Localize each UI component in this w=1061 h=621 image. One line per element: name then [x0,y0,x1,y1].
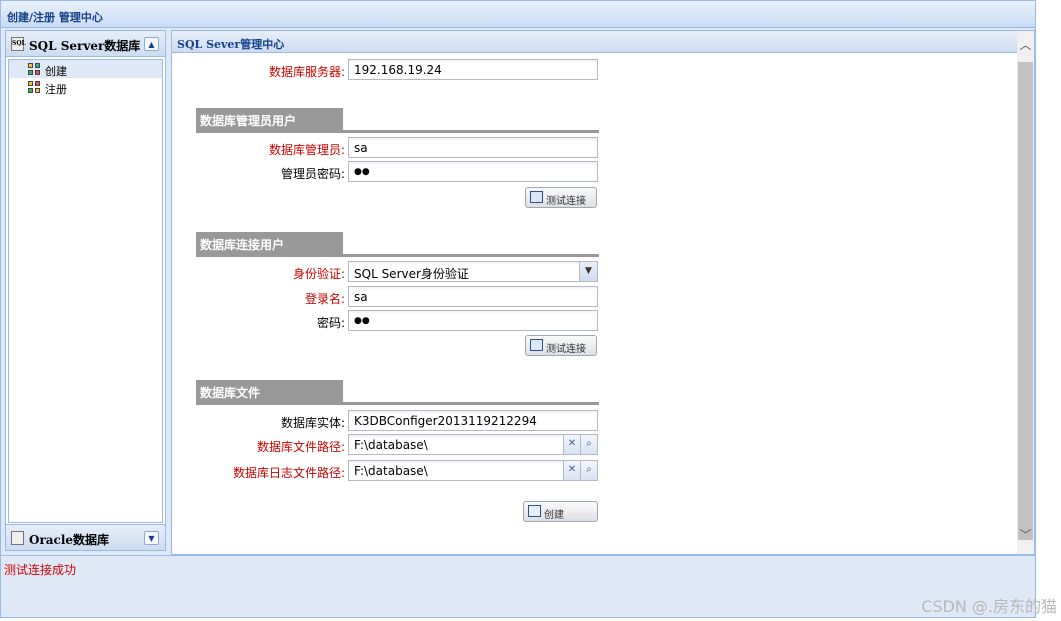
admin-row: 数据库管理员: sa [172,137,772,159]
test-connection-button-conn[interactable]: 测试连接 [525,335,597,356]
auth-label: 身份验证: [292,267,345,281]
accordion-title-sqlserver: SQL Server数据库 [29,39,141,53]
data-path-label: 数据库文件路径: [256,440,345,454]
data-path-value: F:\database\ [354,438,428,452]
conn-password-row: 密码: ●● [172,310,772,332]
tree-item-label: 创建 [45,65,67,78]
status-panel: 测试连接成功 [0,555,1036,618]
chevron-down-icon[interactable]: ▼ [579,262,597,281]
test-connection-button-admin[interactable]: 测试连接 [525,187,597,208]
admin-password-label: 管理员密码: [280,167,345,181]
file-section-header: 数据库文件 [196,380,599,405]
status-message: 测试连接成功 [4,563,77,577]
auth-value: SQL Server身份验证 [354,267,469,281]
search-icon[interactable]: ⌕ [580,461,597,480]
search-icon[interactable]: ⌕ [580,435,597,454]
tree-item-label: 注册 [45,83,67,96]
button-label: 测试连接 [546,344,586,355]
login-input[interactable]: sa [348,286,598,307]
conn-password-input[interactable]: ●● [348,310,598,331]
server-input[interactable]: 192.168.19.24 [348,59,598,80]
create-button[interactable]: 创建 [523,501,598,522]
watermark: CSDN @.房东的猫 [921,597,1057,616]
section-title: 数据库文件 [196,380,343,402]
button-label: 创建 [544,510,564,521]
collapse-icon[interactable]: ▲ [144,37,159,51]
instance-label: 数据库实体: [280,416,345,430]
scroll-down-icon[interactable]: ﹀ [1017,526,1034,546]
log-path-input[interactable]: F:\database\ ✕ ⌕ [348,460,598,481]
expand-icon[interactable]: ▼ [144,531,159,545]
clear-icon[interactable]: ✕ [563,461,580,480]
admin-label: 数据库管理员: [268,143,345,157]
accordion-title-oracle: Oracle数据库 [29,533,110,547]
data-path-row: 数据库文件路径: F:\database\ ✕ ⌕ [172,434,772,456]
tree-item-create[interactable]: 创建 [9,60,162,78]
server-label: 数据库服务器: [268,65,345,79]
button-label: 测试连接 [546,196,586,207]
auth-row: 身份验证: SQL Server身份验证 ▼ [172,261,772,283]
connection-section-header: 数据库连接用户 [196,232,599,257]
connect-icon [530,339,543,351]
tree-node-icon [28,81,42,94]
scroll-thumb[interactable] [1018,62,1033,540]
admin-password-row: 管理员密码: ●● [172,161,772,183]
accordion-header-oracle[interactable]: Oracle数据库 ▼ [6,524,165,550]
instance-row: 数据库实体: K3DBConfiger2013119212294 [172,410,772,432]
tree-item-register[interactable]: 注册 [9,78,162,96]
login-label: 登录名: [304,292,345,306]
scroll-up-icon[interactable]: ︿ [1017,36,1034,56]
accordion-header-sqlserver[interactable]: SQL SQL Server数据库 ▲ [6,31,165,57]
section-title: 数据库管理员用户 [196,108,343,130]
connect-icon [530,191,543,203]
section-title: 数据库连接用户 [196,232,343,254]
login-row: 登录名: sa [172,286,772,308]
log-path-row: 数据库日志文件路径: F:\database\ ✕ ⌕ [172,460,772,482]
auth-select[interactable]: SQL Server身份验证 ▼ [348,261,598,282]
admin-input[interactable]: sa [348,137,598,158]
admin-section-header: 数据库管理员用户 [196,108,599,133]
admin-password-input[interactable]: ●● [348,161,598,182]
instance-input[interactable]: K3DBConfiger2013119212294 [348,410,598,431]
log-path-value: F:\database\ [354,464,428,478]
create-icon [528,505,541,517]
database-icon [11,531,24,545]
sqlserver-tree: 创建 注册 [8,59,163,523]
clear-icon[interactable]: ✕ [563,435,580,454]
window-title: 创建/注册 管理中心 [0,0,1036,28]
sidebar: SQL SQL Server数据库 ▲ 创建 注册 Oracle数据库 ▼ [5,30,166,551]
vertical-scrollbar[interactable]: ︿ ﹀ [1017,31,1034,554]
panel-title: SQL Sever管理中心 [172,31,1034,53]
database-icon: SQL [11,37,26,51]
main-panel: SQL Sever管理中心 数据库服务器: 192.168.19.24 数据库管… [171,30,1035,555]
tree-node-icon [28,63,42,76]
server-row: 数据库服务器: 192.168.19.24 [172,59,772,81]
data-path-input[interactable]: F:\database\ ✕ ⌕ [348,434,598,455]
log-path-label: 数据库日志文件路径: [232,466,345,480]
conn-password-label: 密码: [316,316,345,330]
